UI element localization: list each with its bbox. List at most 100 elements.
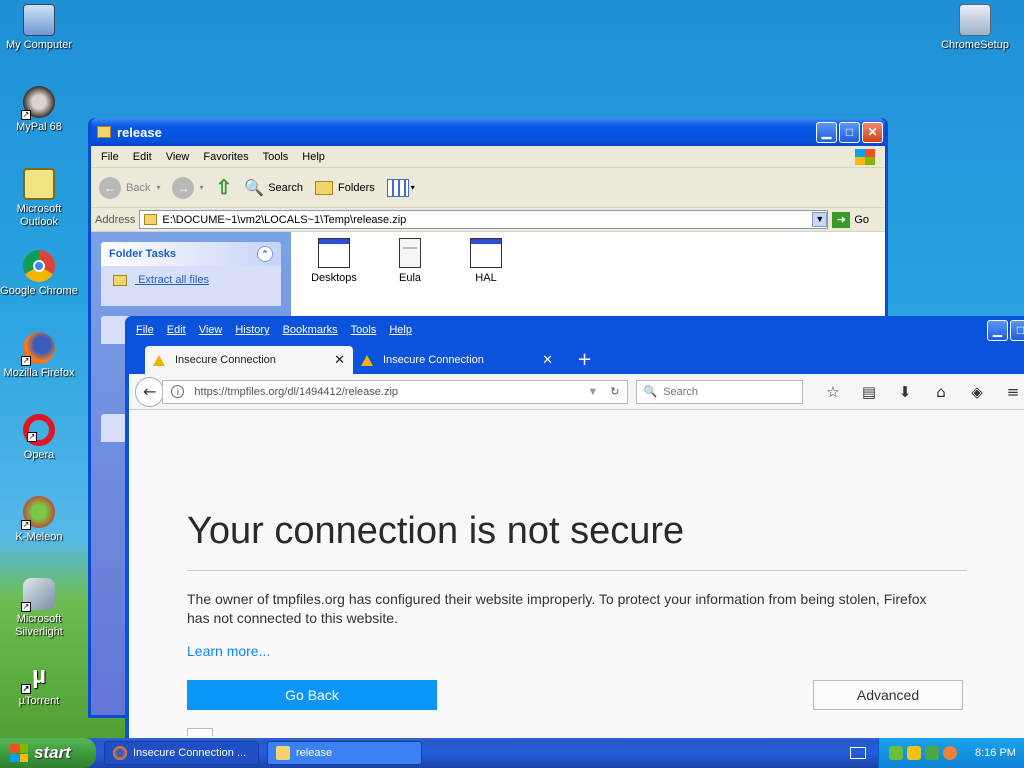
info-icon[interactable]: i: [171, 385, 185, 398]
menu-tools[interactable]: Tools: [263, 151, 289, 163]
desktop-icon-opera[interactable]: ↗ Opera: [0, 414, 78, 462]
application-icon: [318, 238, 350, 268]
clock[interactable]: 8:16 PM: [975, 747, 1016, 759]
reload-icon[interactable]: ↻: [610, 385, 619, 398]
home-icon[interactable]: ⌂: [923, 383, 959, 401]
desktop-icon-silverlight[interactable]: ↗ Microsoft Silverlight: [0, 578, 78, 639]
minimize-button[interactable]: ▁: [816, 121, 837, 143]
pocket-icon[interactable]: ◈: [959, 383, 995, 401]
utorrent-tray-icon[interactable]: [889, 746, 903, 760]
address-dropdown-icon[interactable]: ▼: [812, 212, 828, 227]
firefox-window[interactable]: File Edit View History Bookmarks Tools H…: [125, 316, 1024, 746]
desktop-icon-utorrent[interactable]: µ ↗ µTorrent: [0, 660, 78, 708]
menu-view[interactable]: View: [199, 324, 223, 336]
search-tray-icon[interactable]: [943, 746, 957, 760]
file-item[interactable]: Desktops: [311, 238, 357, 284]
minimize-button[interactable]: ▁: [987, 319, 1008, 341]
menu-edit[interactable]: Edit: [133, 151, 152, 163]
tab-close-button[interactable]: ✕: [334, 352, 345, 368]
folders-button[interactable]: Folders: [315, 180, 375, 195]
back-button[interactable]: ←: [135, 376, 165, 407]
go-arrow-icon[interactable]: ➜: [832, 211, 851, 228]
desktop-icon-label: Google Chrome: [0, 285, 78, 297]
new-tab-button[interactable]: +: [577, 349, 592, 374]
desktop-icon-mypal[interactable]: ↗ MyPal 68: [0, 86, 78, 134]
menu-help[interactable]: Help: [389, 324, 412, 336]
desktop-icon-outlook[interactable]: Microsoft Outlook: [0, 168, 78, 229]
maximize-button[interactable]: □: [1010, 319, 1024, 341]
installer-icon: [959, 4, 991, 36]
advanced-button[interactable]: Advanced: [813, 680, 963, 710]
tab-insecure-connection-1[interactable]: Insecure Connection ✕: [145, 346, 353, 374]
file-item[interactable]: HAL: [463, 238, 509, 284]
url-bar[interactable]: i https://tmpfiles.org/dl/1494412/releas…: [162, 379, 629, 404]
menu-edit[interactable]: Edit: [167, 324, 186, 336]
reading-list-icon[interactable]: ▤: [851, 383, 887, 401]
desktop-icon-kmeleon[interactable]: ↗ K-Meleon: [0, 496, 78, 544]
firefox-icon: ↗: [21, 332, 55, 366]
download-icon[interactable]: ⬇: [887, 383, 923, 401]
desktop-icon-my-computer[interactable]: My Computer: [0, 4, 78, 52]
menu-help[interactable]: Help: [302, 151, 325, 163]
views-button[interactable]: ▾: [386, 178, 415, 197]
menu-tools[interactable]: Tools: [351, 324, 377, 336]
menu-view[interactable]: View: [166, 151, 190, 163]
file-item[interactable]: Eula: [387, 238, 433, 284]
menu-bookmarks[interactable]: Bookmarks: [283, 324, 338, 336]
bookmark-star-icon[interactable]: ☆: [815, 383, 851, 401]
taskbar-item-firefox[interactable]: Insecure Connection ...: [104, 741, 259, 765]
menu-file[interactable]: File: [136, 324, 154, 336]
search-button[interactable]: 🔍 Search: [244, 178, 303, 198]
desktop-icon-chrome[interactable]: Google Chrome: [0, 250, 78, 298]
folder-icon: [97, 126, 111, 138]
search-label: Search: [268, 181, 304, 194]
report-checkbox[interactable]: [187, 728, 213, 736]
application-icon: [470, 238, 502, 268]
search-placeholder: Search: [663, 385, 699, 398]
views-icon: [386, 178, 409, 197]
keyboard-icon[interactable]: [850, 747, 866, 759]
error-title: Your connection is not secure: [187, 510, 685, 552]
forward-arrow-icon: →: [172, 176, 195, 199]
up-folder-button[interactable]: ⇧: [216, 175, 233, 200]
windows-flag-icon: [10, 744, 28, 762]
tab-close-button[interactable]: ✕: [542, 352, 553, 368]
tab-insecure-connection-2[interactable]: Insecure Connection ✕: [353, 346, 561, 374]
go-button[interactable]: Go: [854, 214, 869, 226]
silverlight-icon: ↗: [21, 578, 55, 612]
folder-tasks-header[interactable]: Folder Tasks ⌃: [101, 242, 281, 266]
file-name: Desktops: [311, 272, 357, 284]
warning-icon: [361, 354, 373, 366]
menu-favorites[interactable]: Favorites: [203, 151, 248, 163]
desktop-icon-firefox[interactable]: ↗ Mozilla Firefox: [0, 332, 78, 380]
explorer-titlebar[interactable]: release ▁ □ ✕: [91, 118, 885, 146]
security-shield-icon[interactable]: [907, 746, 921, 760]
address-field[interactable]: E:\DOCUME~1\vm2\LOCALS~1\Temp\release.zi…: [139, 210, 829, 229]
address-bar: Address E:\DOCUME~1\vm2\LOCALS~1\Temp\re…: [91, 208, 885, 232]
extract-all-files-link[interactable]: Extract all files: [138, 274, 209, 286]
tab-title: Insecure Connection: [383, 354, 484, 366]
collapse-chevron-icon[interactable]: ⌃: [257, 246, 273, 262]
hamburger-menu-icon[interactable]: ≡: [995, 383, 1024, 401]
divider: [187, 570, 967, 571]
taskbar: start Insecure Connection ... release 8:…: [0, 738, 1024, 768]
explorer-menubar: File Edit View Favorites Tools Help: [91, 146, 885, 168]
search-input[interactable]: 🔍 Search: [636, 379, 804, 404]
explorer-toolbar: ← Back ▾ → ▾ ⇧ 🔍 Search Folders ▾: [91, 168, 885, 208]
menu-history[interactable]: History: [235, 324, 269, 336]
url-dropdown-icon[interactable]: ▼: [587, 386, 598, 398]
start-button[interactable]: start: [0, 738, 96, 768]
forward-button[interactable]: → ▾: [172, 176, 204, 199]
utorrent-icon: µ ↗: [21, 662, 46, 694]
network-icon[interactable]: [925, 746, 939, 760]
maximize-button[interactable]: □: [839, 121, 860, 143]
close-button[interactable]: ✕: [862, 121, 883, 143]
menu-file[interactable]: File: [101, 151, 119, 163]
go-back-button[interactable]: Go Back: [187, 680, 437, 710]
back-button[interactable]: ← Back ▾: [99, 176, 160, 199]
address-value: E:\DOCUME~1\vm2\LOCALS~1\Temp\release.zi…: [162, 213, 407, 226]
learn-more-link[interactable]: Learn more...: [187, 643, 270, 659]
taskbar-item-release[interactable]: release: [267, 741, 422, 765]
taskbar-item-label: Insecure Connection ...: [133, 747, 247, 759]
desktop-icon-chromesetup[interactable]: ChromeSetup: [936, 4, 1014, 52]
